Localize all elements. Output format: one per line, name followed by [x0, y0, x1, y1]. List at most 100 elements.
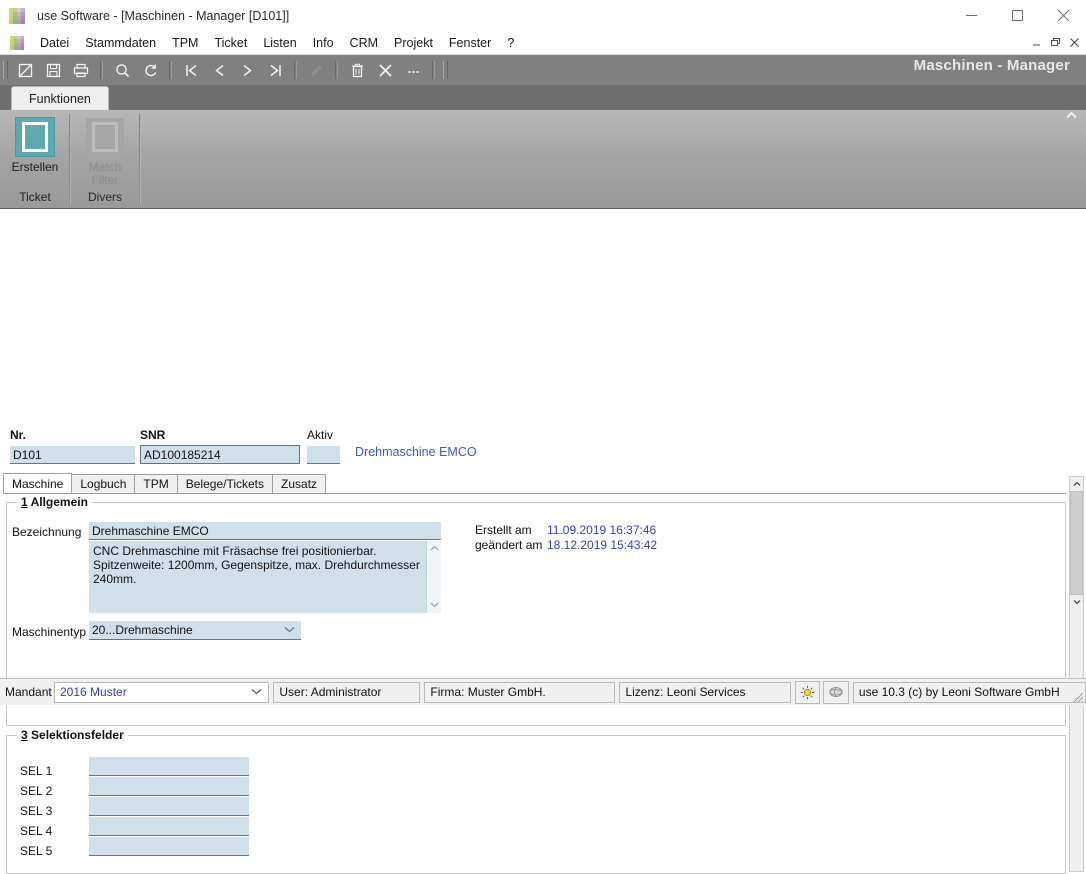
menu-item-ticket[interactable]: Ticket [206, 34, 255, 52]
mandant-value: 2016 Muster [60, 685, 127, 699]
groupbox-allgemein-label: Allgemein [30, 495, 88, 509]
menu-item-datei[interactable]: Datei [32, 34, 77, 52]
content-vertical-scrollbar[interactable] [1069, 476, 1084, 872]
ribbon-button-match-filter-label: Match Filter [88, 160, 122, 187]
mdi-window-controls [1027, 32, 1084, 52]
menu-item-projekt[interactable]: Projekt [386, 34, 441, 52]
mdi-minimize-icon[interactable] [1027, 32, 1046, 52]
toolbar-separator [432, 61, 435, 79]
delete-icon[interactable] [345, 59, 369, 81]
sel4-input[interactable] [89, 817, 249, 836]
tab-zusatz[interactable]: Zusatz [272, 474, 327, 493]
save-icon[interactable] [41, 59, 65, 81]
status-bar: Mandant 2016 Muster User: Administrator … [0, 678, 1086, 705]
last-record-icon[interactable] [263, 59, 287, 81]
next-record-icon[interactable] [235, 59, 259, 81]
menu-item-crm[interactable]: CRM [342, 34, 386, 52]
erstellt-am-value: 11.09.2019 16:37:46 [547, 523, 657, 537]
menu-item-tpm[interactable]: TPM [164, 34, 206, 52]
scroll-up-icon[interactable] [430, 543, 439, 554]
match-filter-icon [86, 118, 124, 156]
ribbon-collapse-icon[interactable] [1065, 111, 1078, 123]
grid-logo-icon [9, 7, 25, 24]
tab-belege-tickets[interactable]: Belege/Tickets [176, 474, 274, 493]
toolbar-grip-end[interactable] [443, 61, 448, 79]
ribbon-button-erstellen-label: Erstellen [11, 160, 59, 174]
scrollbar-thumb[interactable] [1070, 491, 1083, 595]
scroll-down-icon[interactable] [1070, 595, 1083, 609]
minimize-icon[interactable] [948, 0, 994, 31]
sel2-input[interactable] [89, 777, 249, 796]
first-record-icon[interactable] [179, 59, 203, 81]
nr-label: Nr. [10, 428, 27, 442]
close-icon[interactable] [1040, 0, 1086, 31]
snr-input[interactable] [140, 445, 300, 464]
scroll-up-icon[interactable] [1070, 477, 1083, 491]
edit-icon [304, 59, 328, 81]
ribbon-group-divers: Match Filter Divers [69, 110, 140, 208]
menu-item-listen[interactable]: Listen [255, 34, 304, 52]
menu-item-info[interactable]: Info [305, 34, 342, 52]
refresh-icon[interactable] [138, 59, 162, 81]
mdi-close-icon[interactable] [1065, 32, 1084, 52]
chevron-down-icon [251, 687, 262, 697]
geaendert-am-value: 18.12.2019 15:43:42 [547, 538, 658, 552]
geaendert-am-label: geändert am [475, 538, 543, 552]
tab-maschine[interactable]: Maschine [3, 473, 73, 493]
print-icon[interactable] [69, 59, 93, 81]
resize-grip[interactable] [1072, 691, 1084, 703]
toolbar-separator [100, 61, 103, 79]
mandant-select[interactable]: 2016 Muster [54, 681, 270, 703]
maschinentyp-dropdown-wrapper: 20...Drehmaschine [89, 621, 301, 640]
previous-record-icon[interactable] [207, 59, 231, 81]
bezeichnung-input[interactable] [89, 522, 441, 540]
menu-item-help[interactable]: ? [499, 34, 522, 52]
toolbar-separator [169, 61, 172, 79]
machine-title-text: Drehmaschine EMCO [355, 445, 477, 459]
sel2-label: SEL 2 [20, 784, 53, 798]
sel1-label: SEL 1 [20, 764, 53, 778]
ribbon-group-ticket: Erstellen Ticket [0, 110, 70, 208]
window-controls [948, 0, 1086, 31]
toolbar-grip[interactable] [3, 61, 8, 79]
beschreibung-scrollbar[interactable] [426, 541, 441, 613]
more-icon[interactable] [401, 59, 425, 81]
sel5-input[interactable] [89, 837, 249, 856]
ribbon: Funktionen Erstellen Ticket Match Filter… [0, 86, 1086, 209]
cancel-icon[interactable] [373, 59, 397, 81]
scroll-down-icon[interactable] [430, 600, 439, 611]
snr-label: SNR [140, 428, 166, 442]
globe-icon[interactable] [823, 680, 849, 704]
search-icon[interactable] [110, 59, 134, 81]
grid-logo-icon [10, 35, 24, 50]
firma-status: Firma: Muster GmbH. [424, 681, 616, 703]
aktiv-input[interactable] [307, 446, 340, 464]
tab-tpm[interactable]: TPM [134, 474, 178, 493]
toolbar-separator [294, 61, 297, 79]
tab-logbuch[interactable]: Logbuch [71, 474, 136, 493]
beschreibung-textarea[interactable] [89, 541, 426, 613]
maschinentyp-select[interactable]: 20...Drehmaschine [89, 621, 301, 640]
menu-item-stammdaten[interactable]: Stammdaten [77, 34, 164, 52]
ribbon-body: Erstellen Ticket Match Filter Divers [0, 110, 1086, 209]
groupbox-selektionsfelder-number: 3 [21, 728, 28, 742]
erstellt-am-label: Erstellt am [475, 523, 532, 537]
maximize-icon[interactable] [994, 0, 1040, 31]
nr-input[interactable] [10, 446, 135, 464]
sel5-label: SEL 5 [20, 844, 53, 858]
new-record-icon[interactable] [13, 59, 37, 81]
ribbon-group-label-divers: Divers [87, 190, 122, 204]
sun-icon[interactable] [794, 680, 821, 704]
mdi-restore-icon[interactable] [1046, 32, 1065, 52]
sel1-input[interactable] [89, 757, 249, 776]
title-bar: use Software - [Maschinen - Manager [D10… [0, 0, 1086, 31]
groupbox-allgemein-number: 1 [21, 495, 28, 509]
sel3-label: SEL 3 [20, 804, 53, 818]
ribbon-group-label-ticket: Ticket [19, 190, 51, 204]
record-header: Nr. SNR Aktiv Drehmaschine EMCO [0, 209, 1086, 464]
sel3-input[interactable] [89, 797, 249, 816]
menu-item-fenster[interactable]: Fenster [441, 34, 499, 52]
ribbon-tab-funktionen[interactable]: Funktionen [11, 86, 109, 110]
version-status: use 10.3 (c) by Leoni Software GmbH [852, 681, 1086, 703]
create-ticket-icon[interactable] [16, 118, 54, 156]
